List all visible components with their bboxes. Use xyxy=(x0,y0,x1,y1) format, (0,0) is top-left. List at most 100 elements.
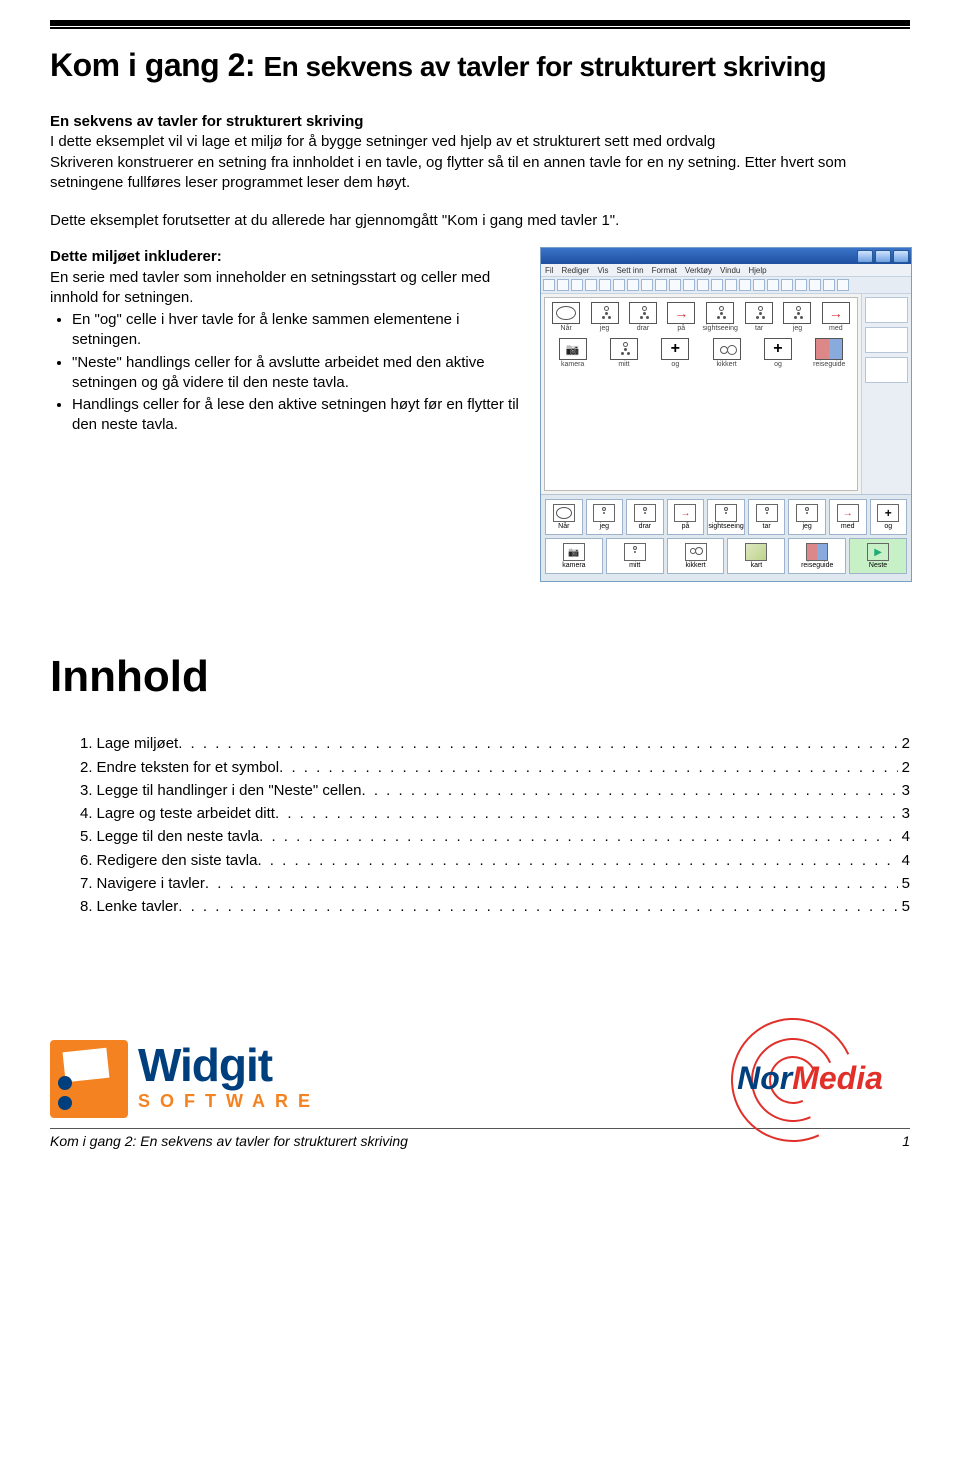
symbol-cell: kikkert xyxy=(703,338,750,368)
grid-panel: Nårjegdrarpåsightseeingtarjegmedog kamer… xyxy=(541,494,911,581)
symbol-label: kamera xyxy=(561,361,584,368)
stick-icon xyxy=(783,302,811,324)
intro-line-3: Dette eksemplet forutsetter at du allere… xyxy=(50,211,900,231)
app-screenshot: FilRedigerVisSett innFormatVerktøyVinduH… xyxy=(540,247,912,582)
menu-item: Fil xyxy=(545,266,553,275)
arrow-icon xyxy=(674,504,696,522)
grid-cell-label: Neste xyxy=(869,562,887,569)
stick-icon xyxy=(624,543,646,561)
arrow-icon xyxy=(667,302,695,324)
grid-cell: drar xyxy=(626,499,664,535)
toc-entry: 7.Navigere i tavler 5 xyxy=(80,872,910,895)
toc-title: Lage miljøet xyxy=(97,732,179,755)
stick-icon xyxy=(715,504,737,522)
window-titlebar xyxy=(541,248,911,264)
grid-cell-label: og xyxy=(884,523,892,530)
grid-cell-label: Når xyxy=(558,523,569,530)
stick-icon xyxy=(593,504,615,522)
footer-page-number: 1 xyxy=(902,1133,910,1149)
grid-cell-label: sightseeing xyxy=(708,523,743,530)
toc-number: 6. xyxy=(80,849,93,872)
clock-icon xyxy=(552,302,580,324)
symbol-label: med xyxy=(829,325,843,332)
toc-title: Redigere den siste tavla xyxy=(97,849,258,872)
toolbar-button-icon xyxy=(613,279,625,291)
map-icon xyxy=(745,543,767,561)
stick-icon xyxy=(756,504,778,522)
grid-cell-label: med xyxy=(841,523,855,530)
toc-leader-dots xyxy=(178,895,897,918)
toolbar-button-icon xyxy=(753,279,765,291)
symbol-label: drar xyxy=(637,325,649,332)
toc-leader-dots xyxy=(259,825,898,848)
symbol-label: sightseeing xyxy=(703,325,738,332)
grid-cell: sightseeing xyxy=(707,499,745,535)
stick-icon xyxy=(796,504,818,522)
toolbar-button-icon xyxy=(683,279,695,291)
toc-page: 3 xyxy=(898,779,910,802)
clock-icon xyxy=(553,504,575,522)
toc-title: Navigere i tavler xyxy=(97,872,205,895)
title-suffix: En sekvens av tavler for strukturert skr… xyxy=(263,51,826,82)
menu-item: Hjelp xyxy=(748,266,766,275)
symbol-cell: jeg xyxy=(780,302,814,332)
grid-cell: kart xyxy=(727,538,785,574)
title-prefix: Kom i gang 2: xyxy=(50,47,255,83)
plus-icon xyxy=(764,338,792,360)
widgit-logo: Widgit SOFTWARE xyxy=(50,1040,320,1118)
symbol-label: på xyxy=(677,325,685,332)
page-title: Kom i gang 2: En sekvens av tavler for s… xyxy=(50,47,910,84)
toc-leader-dots xyxy=(362,779,898,802)
subheading: En sekvens av tavler for strukturert skr… xyxy=(50,112,900,132)
grid-cell: reiseguide xyxy=(788,538,846,574)
toc-title: Endre teksten for et symbol xyxy=(97,756,280,779)
toc-page: 4 xyxy=(898,825,910,848)
toolbar-button-icon xyxy=(823,279,835,291)
footer-title: Kom i gang 2: En sekvens av tavler for s… xyxy=(50,1133,408,1149)
toolbar-button-icon xyxy=(725,279,737,291)
menu-item: Verktøy xyxy=(685,266,712,275)
stick-icon xyxy=(634,504,656,522)
symbol-label: jeg xyxy=(600,325,609,332)
book-icon xyxy=(806,543,828,561)
grid-cell: kamera xyxy=(545,538,603,574)
toc-number: 1. xyxy=(80,732,93,755)
grid-cell: med xyxy=(829,499,867,535)
toolbar-button-icon xyxy=(837,279,849,291)
toc-leader-dots xyxy=(275,802,898,825)
grid-cell: Neste xyxy=(849,538,907,574)
widgit-brand-text: Widgit xyxy=(138,1046,320,1085)
toc-title: Legge til handlinger i den "Neste" celle… xyxy=(97,779,362,802)
grid-cell-label: tar xyxy=(763,523,771,530)
toolbar-button-icon xyxy=(641,279,653,291)
includes-lead: En serie med tavler som inneholder en se… xyxy=(50,268,522,309)
camera-icon xyxy=(559,338,587,360)
includes-item: "Neste" handlings celler for å avslutte … xyxy=(72,353,522,394)
toolbar-button-icon xyxy=(697,279,709,291)
toc-number: 2. xyxy=(80,756,93,779)
toolbar-button-icon xyxy=(655,279,667,291)
toc-number: 5. xyxy=(80,825,93,848)
toc-number: 3. xyxy=(80,779,93,802)
toolbar-button-icon xyxy=(781,279,793,291)
grid-cell: mitt xyxy=(606,538,664,574)
toolbar-button-icon xyxy=(809,279,821,291)
menu-item: Vindu xyxy=(720,266,740,275)
plus-icon xyxy=(877,504,899,522)
stick-icon xyxy=(629,302,657,324)
symbol-cell: og xyxy=(652,338,699,368)
toolbar-button-icon xyxy=(739,279,751,291)
toolbar-button-icon xyxy=(599,279,611,291)
toc-entry: 4.Lagre og teste arbeidet ditt 3 xyxy=(80,802,910,825)
toc-title: Lenke tavler xyxy=(97,895,179,918)
grid-cell-label: jeg xyxy=(802,523,811,530)
plus-icon xyxy=(661,338,689,360)
top-rule xyxy=(50,20,910,29)
menu-item: Rediger xyxy=(561,266,589,275)
symbol-label: og xyxy=(774,361,782,368)
toc-entry: 2.Endre teksten for et symbol 2 xyxy=(80,756,910,779)
toolbar-button-icon xyxy=(571,279,583,291)
next-icon xyxy=(867,543,889,561)
bino-icon xyxy=(685,543,707,561)
tool-box-icon xyxy=(865,357,908,383)
